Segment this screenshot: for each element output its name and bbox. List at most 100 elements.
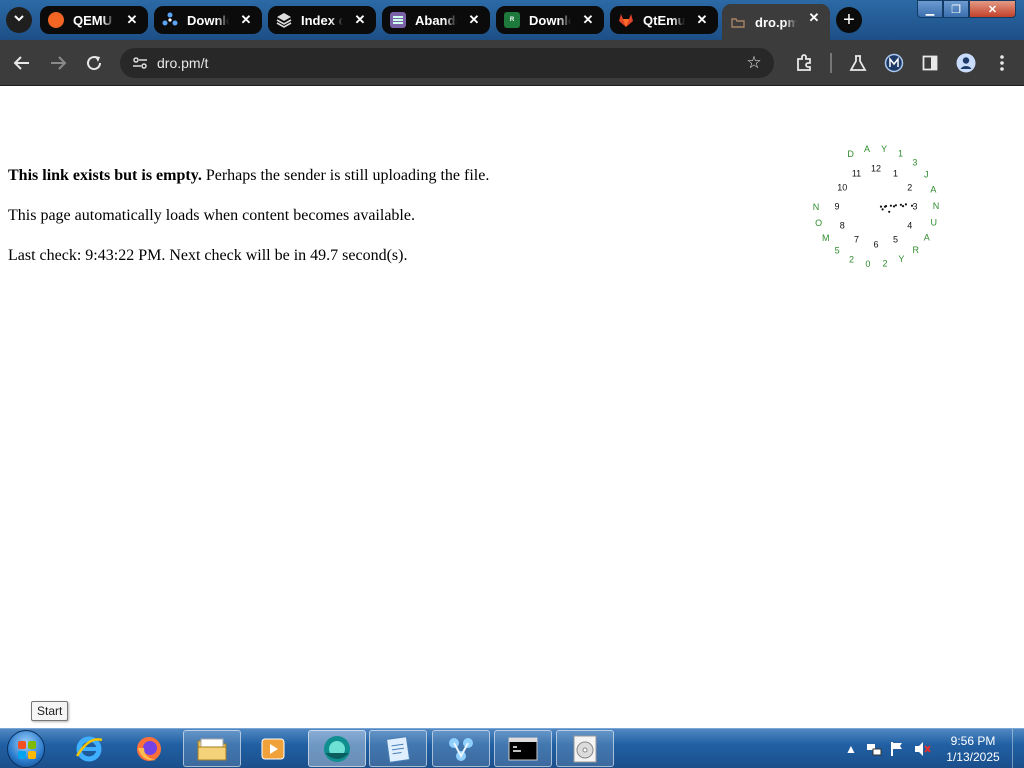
taskbar-browser[interactable] bbox=[308, 730, 366, 767]
browser-toolbar: dro.pm/t ☆ bbox=[0, 40, 1024, 86]
browser-globe-icon bbox=[324, 735, 350, 762]
taskbar-firefox[interactable] bbox=[120, 730, 178, 767]
taskbar: ▲ 9:56 PM 1/13/2025 bbox=[0, 728, 1024, 768]
close-icon[interactable]: ✕ bbox=[352, 12, 368, 28]
clock-hour-number: 9 bbox=[834, 201, 839, 211]
tab-title: QEMU bbox=[73, 12, 112, 28]
clock-date-character: 1 bbox=[898, 148, 903, 158]
url-text[interactable]: dro.pm/t bbox=[157, 55, 208, 71]
reload-button[interactable] bbox=[82, 51, 106, 75]
clock-hour-number: 1 bbox=[893, 168, 898, 178]
clock-hour-number: 10 bbox=[837, 182, 847, 192]
clock-date-character: R bbox=[912, 245, 919, 255]
tab-strip: QEMU ✕ Downlo ✕ Index of ✕ Abando ✕ R Do… bbox=[0, 0, 1024, 40]
start-button[interactable] bbox=[7, 730, 45, 768]
show-desktop-button[interactable] bbox=[1012, 729, 1024, 768]
minimize-button[interactable]: ▁ bbox=[917, 0, 943, 18]
abandonware-icon bbox=[390, 12, 406, 28]
network-icon bbox=[449, 737, 473, 761]
folder-icon bbox=[197, 738, 227, 760]
clock-date-character: A bbox=[924, 232, 930, 242]
start-tooltip: Start bbox=[31, 701, 69, 721]
new-tab-button[interactable]: + bbox=[836, 7, 862, 33]
chevron-down-icon bbox=[13, 11, 25, 29]
taskbar-network-app[interactable] bbox=[432, 730, 490, 767]
taskbar-media-player[interactable] bbox=[244, 730, 302, 767]
close-icon[interactable]: ✕ bbox=[238, 12, 254, 28]
taskbar-explorer[interactable] bbox=[183, 730, 241, 767]
profile-button[interactable] bbox=[954, 51, 978, 75]
gitlab-icon bbox=[618, 12, 634, 28]
clock-hand-dot bbox=[904, 203, 907, 206]
back-button[interactable] bbox=[10, 51, 34, 75]
dropm-icon bbox=[730, 14, 746, 30]
clock-date-character: O bbox=[815, 218, 822, 228]
menu-button[interactable] bbox=[990, 51, 1014, 75]
restore-icon: ❐ bbox=[951, 3, 961, 16]
flask-icon bbox=[849, 55, 867, 71]
show-hidden-icons-button[interactable]: ▲ bbox=[845, 729, 857, 768]
clock-date-character: U bbox=[930, 217, 937, 227]
site-settings-icon[interactable] bbox=[128, 51, 152, 75]
taskbar-disc-app[interactable] bbox=[556, 730, 614, 767]
clock-date-character: 0 bbox=[865, 259, 870, 269]
clock-date-character: 5 bbox=[835, 245, 840, 255]
tab-download-2[interactable]: R Downlo ✕ bbox=[496, 6, 604, 34]
close-icon[interactable]: ✕ bbox=[580, 12, 596, 28]
clock-hour-number: 4 bbox=[907, 220, 912, 230]
close-icon[interactable]: ✕ bbox=[694, 12, 710, 28]
clock-date-character: M bbox=[822, 233, 830, 243]
taskbar-command-prompt[interactable] bbox=[494, 730, 552, 767]
close-icon[interactable]: ✕ bbox=[124, 12, 140, 28]
tab-search-button[interactable] bbox=[6, 7, 32, 33]
clock-hour-number: 6 bbox=[873, 239, 878, 249]
close-icon[interactable]: ✕ bbox=[466, 12, 482, 28]
clock-date-character: D bbox=[847, 149, 854, 159]
tab-download-1[interactable]: Downlo ✕ bbox=[154, 6, 262, 34]
address-bar[interactable]: dro.pm/t ☆ bbox=[120, 48, 774, 78]
tab-dropm-active[interactable]: dro.pm ✕ bbox=[722, 4, 830, 40]
taskbar-notepad[interactable] bbox=[369, 730, 427, 767]
tab-qemu[interactable]: QEMU ✕ bbox=[40, 6, 148, 34]
extensions-button[interactable] bbox=[792, 51, 816, 75]
volume-tray-icon[interactable] bbox=[914, 729, 932, 768]
side-panel-button[interactable] bbox=[918, 51, 942, 75]
clock-hand-dot bbox=[879, 205, 883, 208]
clock-date-character: 2 bbox=[882, 259, 887, 269]
clock-date-character: N bbox=[933, 201, 940, 211]
network-tray-icon[interactable] bbox=[866, 729, 882, 768]
bookmark-star-icon[interactable]: ☆ bbox=[742, 51, 766, 75]
qemu-icon bbox=[48, 12, 64, 28]
analog-clock-widget: 121234567891011D A Y 13JANUARY2025MON bbox=[813, 144, 940, 269]
tab-title: QtEmu bbox=[643, 12, 685, 28]
clock-hand-dot bbox=[892, 205, 896, 208]
internet-explorer-icon bbox=[75, 736, 103, 761]
tab-qtemu[interactable]: QtEmu ✕ bbox=[610, 6, 718, 34]
taskbar-clock[interactable]: 9:56 PM 1/13/2025 bbox=[940, 733, 1006, 765]
labs-button[interactable] bbox=[846, 51, 870, 75]
arrow-left-icon bbox=[13, 56, 29, 70]
roms-icon: R bbox=[504, 12, 520, 28]
action-center-tray-icon[interactable] bbox=[890, 729, 904, 768]
clock-date-character: 2 bbox=[849, 254, 854, 264]
clock-hour-number: 5 bbox=[893, 234, 898, 244]
command-prompt-icon bbox=[508, 737, 538, 760]
extension-icon bbox=[884, 53, 904, 73]
forward-button[interactable] bbox=[46, 51, 70, 75]
empty-link-detail: Perhaps the sender is still uploading th… bbox=[201, 167, 490, 184]
tab-title: Downlo bbox=[529, 12, 571, 28]
clock-hand-dot bbox=[894, 204, 897, 207]
tab-index-of[interactable]: Index of ✕ bbox=[268, 6, 376, 34]
close-window-button[interactable]: ✕ bbox=[969, 0, 1016, 18]
clock-hand-dot bbox=[899, 203, 902, 206]
maximize-button[interactable]: ❐ bbox=[943, 0, 969, 18]
puzzle-icon bbox=[797, 54, 811, 71]
clock-hour-number: 7 bbox=[854, 234, 859, 244]
tab-abandonware[interactable]: Abando ✕ bbox=[382, 6, 490, 34]
clock-date-character: N bbox=[813, 202, 820, 212]
tab-title: Downlo bbox=[187, 12, 229, 28]
taskbar-internet-explorer[interactable] bbox=[60, 730, 118, 767]
close-icon[interactable]: ✕ bbox=[806, 10, 822, 26]
empty-link-heading: This link exists but is empty. bbox=[8, 167, 202, 184]
extension-button[interactable] bbox=[882, 51, 906, 75]
